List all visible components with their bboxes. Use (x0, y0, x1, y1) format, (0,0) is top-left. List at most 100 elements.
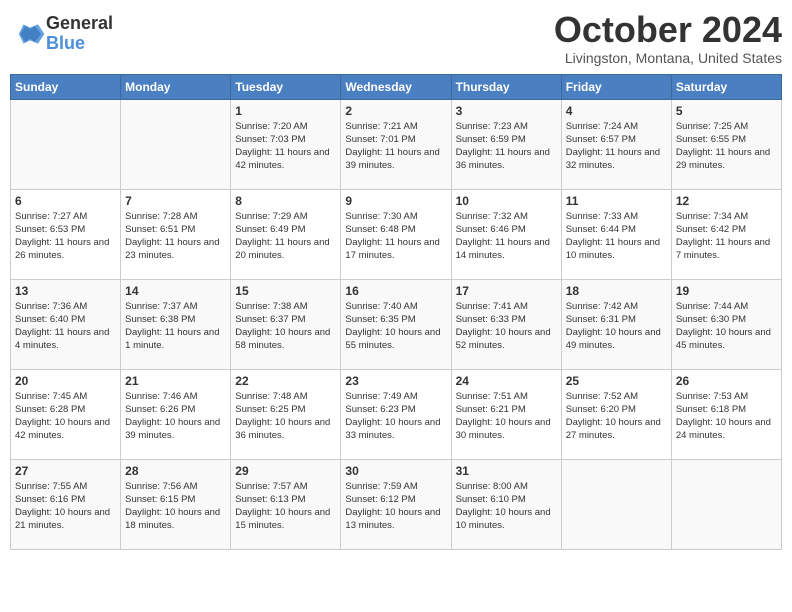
day-info: Sunrise: 7:38 AMSunset: 6:37 PMDaylight:… (235, 300, 336, 353)
day-info: Sunrise: 7:55 AMSunset: 6:16 PMDaylight:… (15, 480, 116, 533)
day-number: 24 (456, 374, 557, 388)
day-number: 29 (235, 464, 336, 478)
day-info: Sunrise: 7:57 AMSunset: 6:13 PMDaylight:… (235, 480, 336, 533)
calendar-cell: 10 Sunrise: 7:32 AMSunset: 6:46 PMDayligh… (451, 189, 561, 279)
day-number: 19 (676, 284, 777, 298)
header-saturday: Saturday (671, 74, 781, 99)
day-number: 4 (566, 104, 667, 118)
day-number: 23 (345, 374, 446, 388)
day-number: 1 (235, 104, 336, 118)
header-thursday: Thursday (451, 74, 561, 99)
header-monday: Monday (121, 74, 231, 99)
day-info: Sunrise: 7:34 AMSunset: 6:42 PMDaylight:… (676, 210, 777, 263)
day-number: 10 (456, 194, 557, 208)
week-row-1: 1 Sunrise: 7:20 AMSunset: 7:03 PMDaylight… (11, 99, 782, 189)
calendar-cell: 18Sunrise: 7:42 AMSunset: 6:31 PMDayligh… (561, 279, 671, 369)
day-info: Sunrise: 8:00 AMSunset: 6:10 PMDaylight:… (456, 480, 557, 533)
calendar-cell: 17Sunrise: 7:41 AMSunset: 6:33 PMDayligh… (451, 279, 561, 369)
location: Livingston, Montana, United States (554, 50, 782, 66)
day-info: Sunrise: 7:52 AMSunset: 6:20 PMDaylight:… (566, 390, 667, 443)
calendar-cell: 2 Sunrise: 7:21 AMSunset: 7:01 PMDaylight… (341, 99, 451, 189)
calendar-cell: 3 Sunrise: 7:23 AMSunset: 6:59 PMDaylight… (451, 99, 561, 189)
page-header: General Blue October 2024 Livingston, Mo… (10, 10, 782, 66)
day-number: 20 (15, 374, 116, 388)
calendar-cell: 7 Sunrise: 7:28 AMSunset: 6:51 PMDaylight… (121, 189, 231, 279)
calendar-cell: 12Sunrise: 7:34 AMSunset: 6:42 PMDayligh… (671, 189, 781, 279)
day-number: 15 (235, 284, 336, 298)
day-number: 6 (15, 194, 116, 208)
day-info: Sunrise: 7:44 AMSunset: 6:30 PMDaylight:… (676, 300, 777, 353)
calendar-cell: 14 Sunrise: 7:37 AMSunset: 6:38 PMDayligh… (121, 279, 231, 369)
calendar-cell: 27 Sunrise: 7:55 AMSunset: 6:16 PMDayligh… (11, 459, 121, 549)
week-row-3: 13Sunrise: 7:36 AMSunset: 6:40 PMDayligh… (11, 279, 782, 369)
day-info: Sunrise: 7:48 AMSunset: 6:25 PMDaylight:… (235, 390, 336, 443)
calendar-cell: 31 Sunrise: 8:00 AMSunset: 6:10 PMDayligh… (451, 459, 561, 549)
calendar-cell: 9Sunrise: 7:30 AMSunset: 6:48 PMDaylight… (341, 189, 451, 279)
calendar-cell: 11 Sunrise: 7:33 AMSunset: 6:44 PMDayligh… (561, 189, 671, 279)
day-number: 3 (456, 104, 557, 118)
calendar-header-row: SundayMondayTuesdayWednesdayThursdayFrid… (11, 74, 782, 99)
day-info: Sunrise: 7:21 AMSunset: 7:01 PMDaylight:… (345, 120, 446, 173)
day-number: 2 (345, 104, 446, 118)
day-info: Sunrise: 7:37 AMSunset: 6:38 PMDaylight:… (125, 300, 226, 353)
day-info: Sunrise: 7:49 AMSunset: 6:23 PMDaylight:… (345, 390, 446, 443)
calendar-cell: 20 Sunrise: 7:45 AMSunset: 6:28 PMDayligh… (11, 369, 121, 459)
day-info: Sunrise: 7:40 AMSunset: 6:35 PMDaylight:… (345, 300, 446, 353)
day-number: 26 (676, 374, 777, 388)
day-info: Sunrise: 7:45 AMSunset: 6:28 PMDaylight:… (15, 390, 116, 443)
day-info: Sunrise: 7:41 AMSunset: 6:33 PMDaylight:… (456, 300, 557, 353)
header-tuesday: Tuesday (231, 74, 341, 99)
day-number: 14 (125, 284, 226, 298)
day-number: 31 (456, 464, 557, 478)
calendar-cell: 22 Sunrise: 7:48 AMSunset: 6:25 PMDayligh… (231, 369, 341, 459)
calendar-table: SundayMondayTuesdayWednesdayThursdayFrid… (10, 74, 782, 550)
day-number: 30 (345, 464, 446, 478)
month-title: October 2024 (554, 10, 782, 50)
day-info: Sunrise: 7:20 AMSunset: 7:03 PMDaylight:… (235, 120, 336, 173)
day-info: Sunrise: 7:28 AMSunset: 6:51 PMDaylight:… (125, 210, 226, 263)
header-sunday: Sunday (11, 74, 121, 99)
logo-general: General (46, 14, 113, 34)
calendar-cell: 26 Sunrise: 7:53 AMSunset: 6:18 PMDayligh… (671, 369, 781, 459)
header-wednesday: Wednesday (341, 74, 451, 99)
title-block: October 2024 Livingston, Montana, United… (554, 10, 782, 66)
header-friday: Friday (561, 74, 671, 99)
day-info: Sunrise: 7:59 AMSunset: 6:12 PMDaylight:… (345, 480, 446, 533)
day-number: 7 (125, 194, 226, 208)
day-info: Sunrise: 7:32 AMSunset: 6:46 PMDaylight:… (456, 210, 557, 263)
logo: General Blue (10, 14, 113, 54)
day-info: Sunrise: 7:30 AMSunset: 6:48 PMDaylight:… (345, 210, 446, 263)
day-info: Sunrise: 7:29 AMSunset: 6:49 PMDaylight:… (235, 210, 336, 263)
day-number: 28 (125, 464, 226, 478)
week-row-5: 27 Sunrise: 7:55 AMSunset: 6:16 PMDayligh… (11, 459, 782, 549)
calendar-cell: 6Sunrise: 7:27 AMSunset: 6:53 PMDaylight… (11, 189, 121, 279)
day-info: Sunrise: 7:53 AMSunset: 6:18 PMDaylight:… (676, 390, 777, 443)
day-info: Sunrise: 7:24 AMSunset: 6:57 PMDaylight:… (566, 120, 667, 173)
day-number: 25 (566, 374, 667, 388)
calendar-cell: 5Sunrise: 7:25 AMSunset: 6:55 PMDaylight… (671, 99, 781, 189)
day-number: 11 (566, 194, 667, 208)
day-info: Sunrise: 7:33 AMSunset: 6:44 PMDaylight:… (566, 210, 667, 263)
week-row-4: 20 Sunrise: 7:45 AMSunset: 6:28 PMDayligh… (11, 369, 782, 459)
calendar-cell (671, 459, 781, 549)
day-info: Sunrise: 7:56 AMSunset: 6:15 PMDaylight:… (125, 480, 226, 533)
calendar-cell: 25 Sunrise: 7:52 AMSunset: 6:20 PMDayligh… (561, 369, 671, 459)
day-number: 5 (676, 104, 777, 118)
calendar-cell: 19 Sunrise: 7:44 AMSunset: 6:30 PMDayligh… (671, 279, 781, 369)
day-number: 16 (345, 284, 446, 298)
day-number: 22 (235, 374, 336, 388)
calendar-cell: 28 Sunrise: 7:56 AMSunset: 6:15 PMDayligh… (121, 459, 231, 549)
calendar-cell: 24Sunrise: 7:51 AMSunset: 6:21 PMDayligh… (451, 369, 561, 459)
calendar-cell: 4 Sunrise: 7:24 AMSunset: 6:57 PMDaylight… (561, 99, 671, 189)
day-info: Sunrise: 7:23 AMSunset: 6:59 PMDaylight:… (456, 120, 557, 173)
calendar-cell (121, 99, 231, 189)
calendar-cell: 13Sunrise: 7:36 AMSunset: 6:40 PMDayligh… (11, 279, 121, 369)
calendar-cell: 8Sunrise: 7:29 AMSunset: 6:49 PMDaylight… (231, 189, 341, 279)
day-number: 18 (566, 284, 667, 298)
calendar-cell (11, 99, 121, 189)
calendar-cell: 29 Sunrise: 7:57 AMSunset: 6:13 PMDayligh… (231, 459, 341, 549)
logo-blue: Blue (46, 34, 113, 54)
calendar-cell: 1 Sunrise: 7:20 AMSunset: 7:03 PMDaylight… (231, 99, 341, 189)
calendar-cell: 23 Sunrise: 7:49 AMSunset: 6:23 PMDayligh… (341, 369, 451, 459)
day-number: 27 (15, 464, 116, 478)
